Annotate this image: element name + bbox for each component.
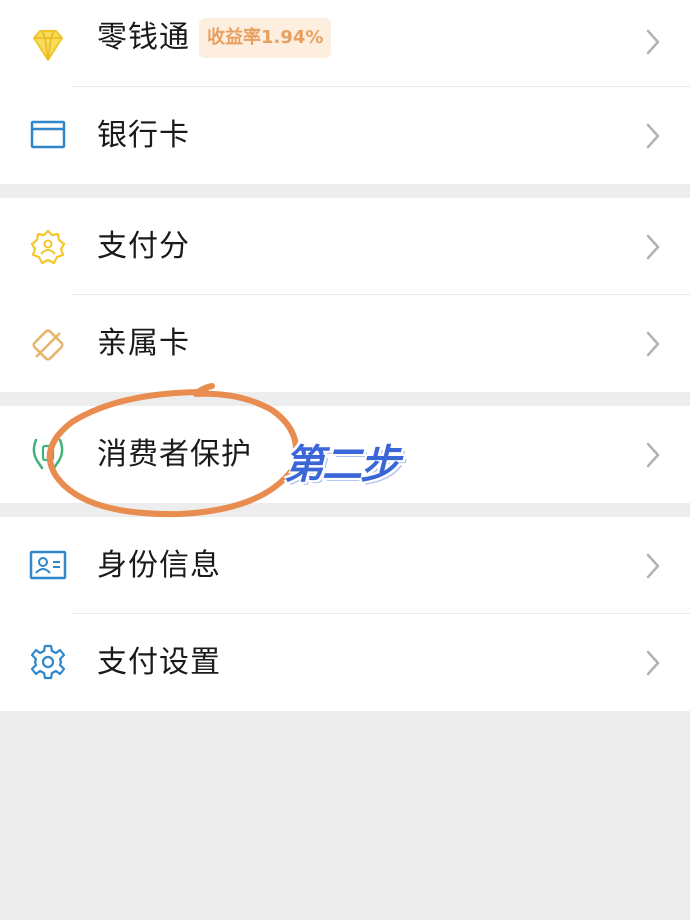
menu-item-label: 银行卡 <box>97 118 190 153</box>
chevron-right-icon <box>646 123 660 149</box>
yield-badge: 收益率1.94% <box>199 18 332 58</box>
diamond-icon <box>33 30 63 61</box>
chevron-right-icon <box>646 331 660 357</box>
menu-item-identity[interactable]: 身份信息 <box>0 517 690 614</box>
chevron-right-icon <box>646 442 660 468</box>
menu-item-label: 亲属卡 <box>97 326 190 361</box>
menu-item-label: 身份信息 <box>97 548 221 583</box>
menu-item-label: 支付设置 <box>97 645 221 680</box>
menu-item-bank-card[interactable]: 银行卡 <box>0 87 690 184</box>
wallet-group: 零钱通 收益率1.94% 银行卡 <box>0 0 690 184</box>
menu-item-label: 消费者保护 <box>97 437 252 472</box>
badge-person-icon <box>30 229 66 265</box>
menu-item-lingqiantong[interactable]: 零钱通 收益率1.94% <box>0 0 690 87</box>
gear-icon <box>30 644 66 680</box>
menu-item-payment-score[interactable]: 支付分 <box>0 198 690 295</box>
menu-item-payment-settings[interactable]: 支付设置 <box>0 614 690 711</box>
menu-item-label: 零钱通 <box>97 20 190 55</box>
settings-group: 身份信息 支付设置 <box>0 517 690 711</box>
chevron-right-icon <box>646 650 660 676</box>
chevron-right-icon <box>646 553 660 579</box>
menu-item-family-card[interactable]: 亲属卡 <box>0 295 690 392</box>
id-card-icon <box>29 550 67 580</box>
family-card-icon <box>32 329 64 361</box>
chevron-right-icon <box>646 234 660 260</box>
hands-protect-icon <box>32 438 64 470</box>
chevron-right-icon <box>646 29 660 55</box>
credit-group: 支付分 亲属卡 <box>0 198 690 392</box>
bank-card-icon <box>30 120 66 149</box>
step-annotation: 第二步 <box>284 442 400 488</box>
menu-item-label: 支付分 <box>97 229 190 264</box>
